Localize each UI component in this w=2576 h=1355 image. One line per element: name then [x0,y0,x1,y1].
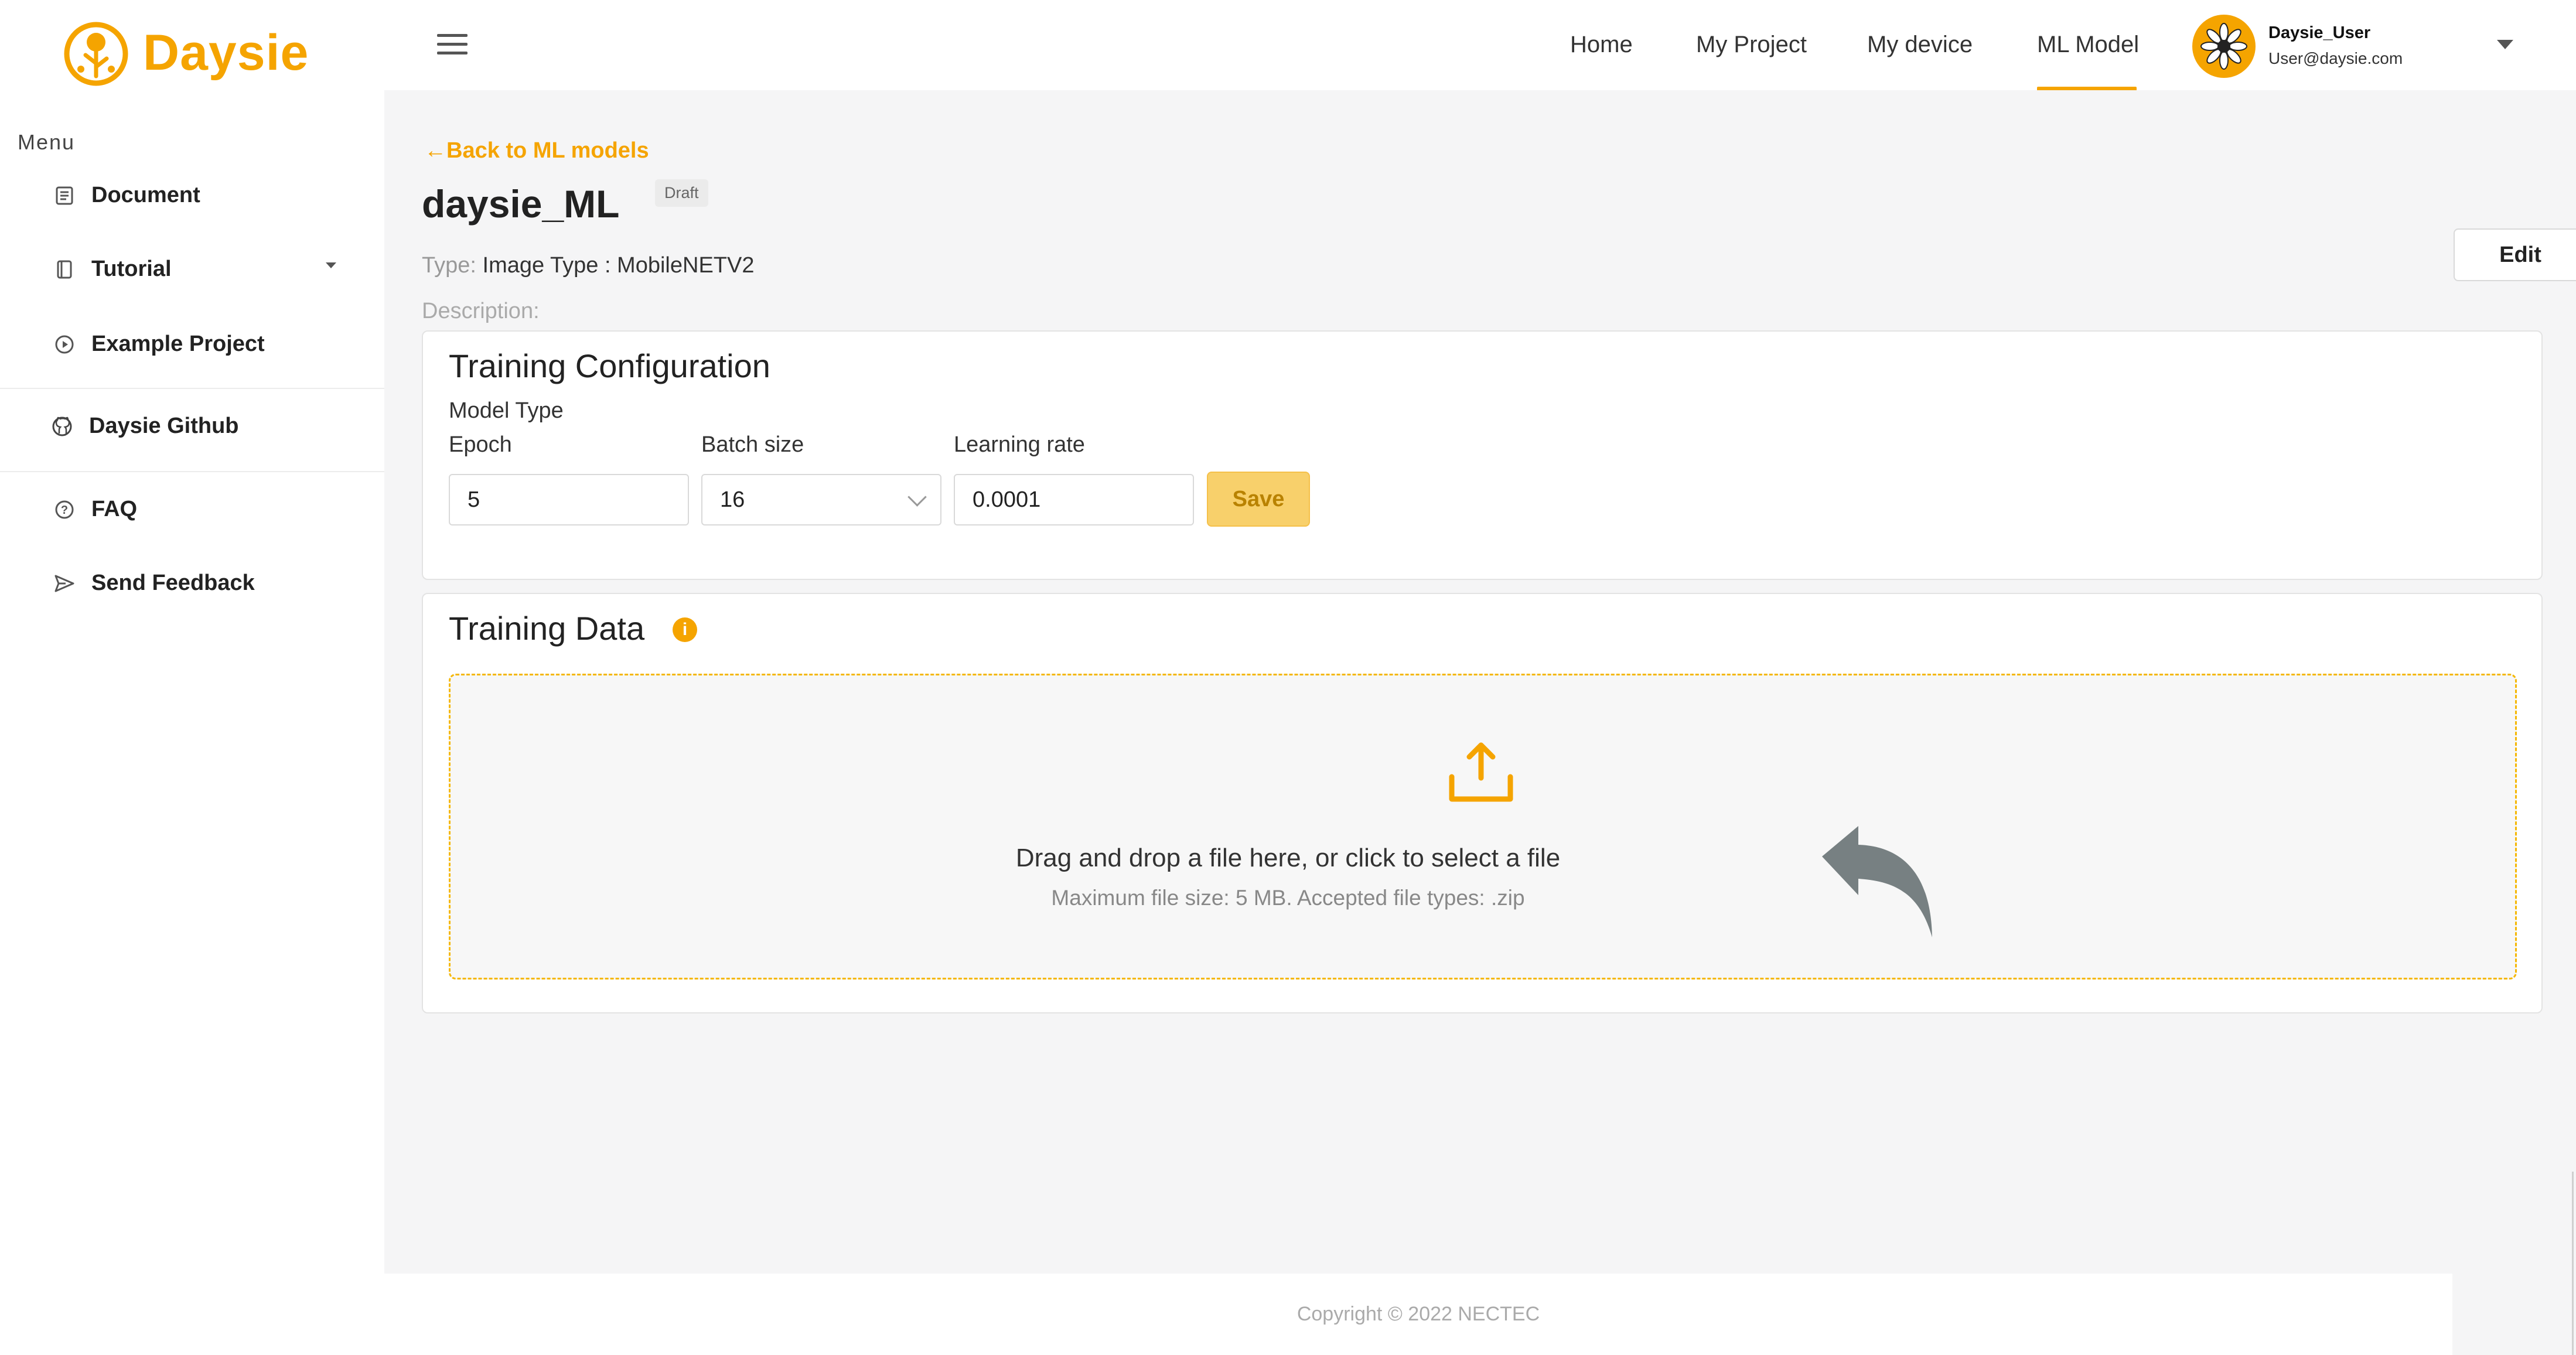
book-icon [53,258,76,281]
epoch-input[interactable]: 5 [449,474,689,525]
chevron-down-icon [907,487,927,507]
dropzone-subtext: Maximum file size: 5 MB. Accepted file t… [1051,886,1525,910]
edit-button[interactable]: Edit [2454,228,2576,281]
svg-text:?: ? [61,504,68,517]
arrow-left-icon: ← [424,138,446,163]
user-name: Daysie_User [2268,23,2371,42]
chevron-down-icon[interactable] [326,262,336,268]
batch-size-value: 16 [720,487,745,512]
document-icon [53,184,76,207]
sidebar-item-example-project[interactable]: Example Project [53,332,265,357]
curved-arrow-hint-icon [1822,826,1932,937]
daisy-avatar-icon [2198,21,2250,72]
daisy-logo-icon [64,22,128,86]
batch-size-label: Batch size [701,432,804,457]
back-to-models-link[interactable]: ←Back to ML models [424,138,649,163]
daysie-logo[interactable]: Daysie [61,18,309,88]
sidebar-item-label: FAQ [91,497,138,521]
sidebar-item-label: Document [91,183,200,207]
model-type-label: Model Type [449,398,564,423]
window-edge [2572,1172,2574,1355]
user-email: User@daysie.com [2268,49,2403,67]
brand-name: Daysie [143,24,309,81]
learning-rate-input[interactable]: 0.0001 [954,474,1194,525]
send-icon [53,572,76,595]
play-circle-icon [53,333,76,356]
sidebar-item-github[interactable]: Daysie Github [50,414,239,439]
footer-side-strip [2452,1274,2576,1355]
training-data-title: Training Data [449,610,645,647]
dropzone-text: Drag and drop a file here, or click to s… [1015,844,1561,872]
sidebar-item-tutorial[interactable]: Tutorial [53,257,172,282]
sidebar-item-label: Daysie Github [89,414,239,438]
upload-icon [1449,742,1513,802]
nav-my-project[interactable]: My Project [1696,32,1807,58]
sidebar: Daysie Menu Document Tutorial Example Pr… [0,0,385,1355]
type-label: Type: [422,253,476,278]
epoch-label: Epoch [449,432,512,457]
sidebar-item-label: Send Feedback [91,571,255,595]
sidebar-item-label: Example Project [91,332,265,356]
sidebar-item-label: Tutorial [91,257,172,281]
sidebar-item-document[interactable]: Document [53,183,200,208]
nav-home[interactable]: Home [1570,32,1633,58]
sidebar-item-send-feedback[interactable]: Send Feedback [53,571,255,596]
sidebar-divider [0,388,384,389]
batch-size-select[interactable]: 16 [701,474,941,525]
page-title: daysie_ML [422,182,620,226]
github-icon [50,415,74,438]
user-avatar[interactable] [2192,15,2256,78]
footer: Copyright © 2022 NECTEC [384,1274,2452,1355]
sidebar-item-faq[interactable]: ? FAQ [53,497,137,522]
back-link-label: Back to ML models [446,138,649,163]
nav-ml-model[interactable]: ML Model [2037,32,2139,58]
info-icon[interactable]: i [673,617,697,642]
learning-rate-label: Learning rate [954,432,1085,457]
copyright-text: Copyright © 2022 NECTEC [1296,1303,1540,1325]
nav-my-device[interactable]: My device [1867,32,1973,58]
status-badge: Draft [655,179,708,207]
user-menu-caret-icon[interactable] [2497,40,2513,49]
menu-heading: Menu [18,130,76,154]
type-value: Image Type : MobileNETV2 [482,253,755,278]
hamburger-menu-icon[interactable] [437,34,468,57]
question-circle-icon: ? [53,498,76,521]
save-button[interactable]: Save [1207,472,1310,527]
file-dropzone[interactable] [449,674,2517,979]
sidebar-divider [0,471,384,472]
model-type-line: Type: Image Type : MobileNETV2 [422,253,754,278]
description-label: Description: [422,299,540,323]
training-configuration-title: Training Configuration [449,347,770,384]
